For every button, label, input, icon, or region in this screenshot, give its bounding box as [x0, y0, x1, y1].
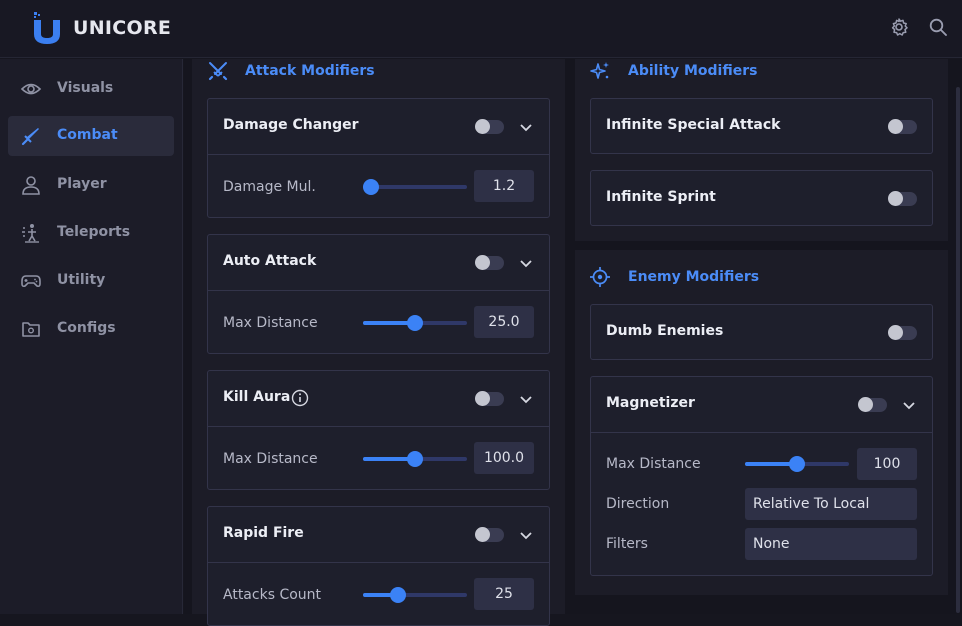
card-title: Damage Changer: [223, 117, 359, 133]
direction-select[interactable]: Relative To Local: [745, 488, 917, 520]
setting-label: Direction: [606, 496, 670, 512]
gear-icon[interactable]: [889, 17, 909, 37]
toggle-switch[interactable]: [475, 391, 504, 406]
module-card-dumb-enemies[interactable]: Dumb Enemies: [590, 304, 933, 360]
filters-select[interactable]: None: [745, 528, 917, 560]
sidebar-item-label: Player: [57, 176, 107, 192]
divider: [208, 290, 549, 291]
card-title: Infinite Sprint: [606, 189, 716, 205]
card-title: Auto Attack: [223, 253, 317, 269]
sword-icon: [21, 128, 39, 146]
toggle-switch[interactable]: [475, 119, 504, 134]
sidebar-item-teleports[interactable]: Teleports: [8, 213, 174, 253]
setting-label: Max Distance: [606, 456, 701, 472]
module-card-infinite-special-attack[interactable]: Infinite Special Attack: [590, 98, 933, 154]
top-bar: UNICORE: [0, 0, 962, 58]
setting-label: Damage Mul.: [223, 179, 316, 195]
scrollbar[interactable]: [956, 87, 960, 613]
attack-modifiers-panel: Attack Modifiers Damage Changer Damage M…: [192, 59, 565, 626]
sidebar-item-combat[interactable]: Combat: [8, 116, 174, 156]
sidebar-item-label: Configs: [57, 320, 116, 336]
search-icon[interactable]: [928, 17, 948, 37]
app-brand: UNICORE: [73, 17, 172, 39]
sidebar-item-utility[interactable]: Utility: [8, 261, 174, 301]
section-title: Ability Modifiers: [628, 63, 758, 79]
value-input[interactable]: 100: [857, 448, 917, 480]
info-icon[interactable]: [291, 389, 309, 407]
module-card-kill-aura: Kill Aura Max Distance 100.0: [207, 370, 550, 490]
folder-gear-icon: [22, 322, 40, 337]
toggle-switch[interactable]: [475, 527, 504, 542]
slider-knob[interactable]: [789, 456, 805, 472]
eye-icon: [20, 83, 42, 95]
card-title: Kill Aura: [223, 389, 291, 405]
sidebar-item-label: Utility: [57, 272, 106, 288]
slider[interactable]: [363, 315, 467, 331]
toggle-switch[interactable]: [858, 397, 887, 412]
toggle-switch[interactable]: [888, 325, 917, 340]
card-title: Dumb Enemies: [606, 323, 724, 339]
chevron-down-icon[interactable]: [518, 527, 534, 543]
slider[interactable]: [363, 587, 467, 603]
slider[interactable]: [363, 451, 467, 467]
teleport-icon: [22, 224, 39, 243]
value-input[interactable]: 1.2: [474, 170, 534, 202]
module-card-auto-attack: Auto Attack Max Distance 25.0: [207, 234, 550, 354]
user-icon: [22, 176, 40, 195]
module-card-damage-changer: Damage Changer Damage Mul. 1.2: [207, 98, 550, 218]
sidebar: Visuals Combat Player Teleports Utility …: [0, 59, 183, 614]
slider-knob[interactable]: [407, 451, 423, 467]
slider-knob[interactable]: [363, 179, 380, 195]
sidebar-item-label: Combat: [57, 127, 118, 143]
sidebar-item-player[interactable]: Player: [8, 165, 174, 205]
card-title: Rapid Fire: [223, 525, 304, 541]
crosshair-icon: [590, 267, 610, 287]
sidebar-item-label: Teleports: [57, 224, 131, 240]
slider[interactable]: [745, 456, 849, 472]
value-input[interactable]: 100.0: [474, 442, 534, 474]
slider-knob[interactable]: [390, 587, 407, 603]
setting-label: Filters: [606, 536, 648, 552]
card-header[interactable]: Rapid Fire: [208, 507, 549, 562]
unicore-logo: [34, 12, 60, 44]
gamepad-icon: [21, 275, 41, 288]
card-header[interactable]: Magnetizer: [591, 377, 932, 432]
divider: [208, 426, 549, 427]
setting-label: Attacks Count: [223, 587, 322, 603]
chevron-down-icon[interactable]: [518, 255, 534, 271]
setting-label: Max Distance: [223, 451, 318, 467]
divider: [591, 432, 932, 433]
slider-knob[interactable]: [407, 315, 423, 331]
main-content: Attack Modifiers Damage Changer Damage M…: [184, 59, 962, 626]
sidebar-item-configs[interactable]: Configs: [8, 309, 174, 349]
card-header[interactable]: Kill Aura: [208, 371, 549, 426]
ability-modifiers-panel: Ability Modifiers Infinite Special Attac…: [575, 59, 948, 241]
module-card-rapid-fire: Rapid Fire Attacks Count 25: [207, 506, 550, 626]
setting-label: Max Distance: [223, 315, 318, 331]
enemy-modifiers-panel: Enemy Modifiers Dumb Enemies Magnetizer …: [575, 250, 948, 595]
card-header[interactable]: Damage Changer: [208, 99, 549, 154]
toggle-switch[interactable]: [475, 255, 504, 270]
value-input[interactable]: 25.0: [474, 306, 534, 338]
module-card-magnetizer: Magnetizer Max Distance 100 Direction Re…: [590, 376, 933, 576]
chevron-down-icon[interactable]: [901, 397, 917, 413]
toggle-switch[interactable]: [888, 119, 917, 134]
chevron-down-icon[interactable]: [518, 119, 534, 135]
divider: [208, 562, 549, 563]
value-input[interactable]: 25: [474, 578, 534, 610]
chevron-down-icon[interactable]: [518, 391, 534, 407]
card-title: Magnetizer: [606, 395, 695, 411]
module-card-infinite-sprint[interactable]: Infinite Sprint: [590, 170, 933, 226]
sidebar-item-label: Visuals: [57, 80, 114, 96]
slider[interactable]: [363, 179, 467, 195]
toggle-switch[interactable]: [888, 191, 917, 206]
sidebar-item-visuals[interactable]: Visuals: [8, 69, 174, 109]
divider: [208, 154, 549, 155]
crossed-swords-icon: [208, 62, 228, 81]
sparkles-icon: [590, 62, 609, 79]
section-title: Attack Modifiers: [245, 63, 375, 79]
card-title: Infinite Special Attack: [606, 117, 781, 133]
card-header[interactable]: Auto Attack: [208, 235, 549, 290]
section-title: Enemy Modifiers: [628, 269, 760, 285]
